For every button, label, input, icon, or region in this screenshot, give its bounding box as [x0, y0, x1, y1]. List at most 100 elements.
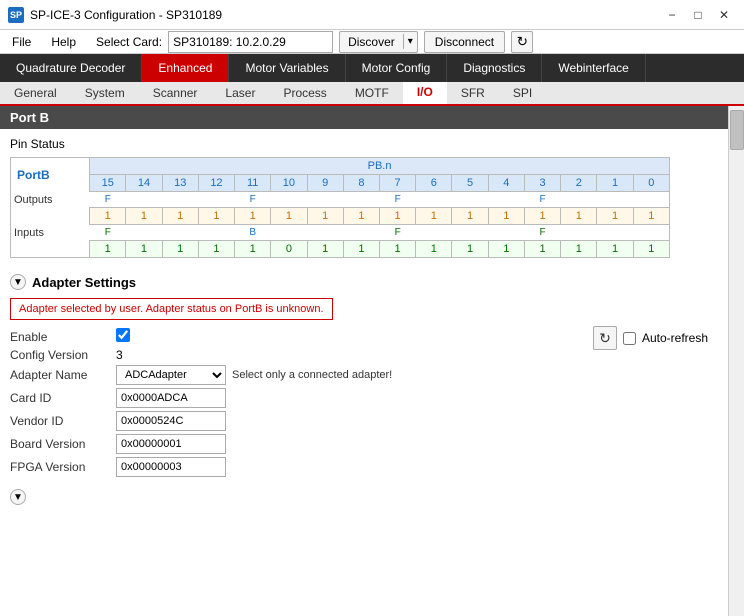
out-flag-0	[633, 192, 669, 208]
adapter-name-row: ADCAdapter Select only a connected adapt…	[116, 365, 718, 385]
adapter-settings-header[interactable]: ▼ Adapter Settings	[10, 274, 718, 290]
pin-5: 5	[452, 175, 488, 192]
window-title: SP-ICE-3 Configuration - SP310189	[30, 8, 222, 22]
out-val-11[interactable]: 1	[235, 208, 271, 225]
inputs-spacer	[11, 241, 90, 258]
in-flag-1	[597, 225, 633, 241]
pin-10: 10	[271, 175, 307, 192]
bottom-collapse-indicator[interactable]: ▼	[0, 485, 728, 509]
tab-spi[interactable]: SPI	[499, 82, 546, 104]
tab-scanner[interactable]: Scanner	[139, 82, 212, 104]
card-id-input[interactable]	[116, 388, 226, 408]
file-menu[interactable]: File	[4, 33, 39, 51]
discover-button[interactable]: Discover ▾	[339, 31, 418, 53]
out-val-0[interactable]: 1	[633, 208, 669, 225]
in-flag-6	[416, 225, 452, 241]
minimize-button[interactable]: −	[660, 5, 684, 25]
collapse-icon[interactable]: ▼	[10, 274, 26, 290]
out-val-7[interactable]: 1	[380, 208, 416, 225]
tab-general[interactable]: General	[0, 82, 71, 104]
out-flag-3: F	[524, 192, 560, 208]
scrollbar[interactable]	[728, 106, 744, 616]
toolbar: Select Card: Discover ▾ Disconnect ↻	[96, 31, 533, 53]
bottom-collapse-icon[interactable]: ▼	[10, 489, 26, 505]
auto-refresh-checkbox[interactable]	[623, 332, 636, 345]
in-flag-12	[198, 225, 234, 241]
tab-motf[interactable]: MOTF	[341, 82, 403, 104]
vendor-id-input[interactable]	[116, 411, 226, 431]
out-flag-12	[198, 192, 234, 208]
output-flags-row: Outputs F F F F	[11, 192, 670, 208]
tab-io[interactable]: I/O	[403, 82, 447, 104]
out-val-14[interactable]: 1	[126, 208, 162, 225]
inputs-label: Inputs	[11, 225, 90, 241]
board-version-input[interactable]	[116, 434, 226, 454]
tab-process[interactable]: Process	[269, 82, 340, 104]
app-icon: SP	[8, 7, 24, 23]
tab-motor-variables[interactable]: Motor Variables	[229, 54, 345, 82]
tab-system[interactable]: System	[71, 82, 139, 104]
out-flag-9	[307, 192, 343, 208]
out-val-5[interactable]: 1	[452, 208, 488, 225]
adapter-settings-title: Adapter Settings	[32, 275, 136, 290]
out-val-3[interactable]: 1	[524, 208, 560, 225]
in-flag-14	[126, 225, 162, 241]
outputs-spacer	[11, 208, 90, 225]
out-val-10[interactable]: 1	[271, 208, 307, 225]
refresh-button[interactable]: ↻	[511, 31, 533, 53]
scrollbar-thumb[interactable]	[730, 110, 744, 150]
enable-checkbox[interactable]	[116, 328, 130, 342]
in-val-0: 1	[633, 241, 669, 258]
in-val-9: 1	[307, 241, 343, 258]
auto-refresh-button[interactable]: ↻	[593, 326, 617, 350]
in-val-2: 1	[561, 241, 597, 258]
pin-8: 8	[343, 175, 379, 192]
fpga-version-input[interactable]	[116, 457, 226, 477]
adapter-note: Select only a connected adapter!	[232, 369, 392, 381]
out-val-13[interactable]: 1	[162, 208, 198, 225]
adapter-name-select[interactable]: ADCAdapter	[116, 365, 226, 385]
tab-quadrature-decoder[interactable]: Quadrature Decoder	[0, 54, 142, 82]
pin-9: 9	[307, 175, 343, 192]
tab-laser[interactable]: Laser	[211, 82, 269, 104]
out-val-1[interactable]: 1	[597, 208, 633, 225]
in-val-8: 1	[343, 241, 379, 258]
tab-diagnostics[interactable]: Diagnostics	[447, 54, 542, 82]
auto-refresh-area: ↻ Auto-refresh	[593, 326, 708, 350]
in-flag-13	[162, 225, 198, 241]
out-val-12[interactable]: 1	[198, 208, 234, 225]
discover-arrow[interactable]: ▾	[403, 34, 417, 49]
pin-12: 12	[198, 175, 234, 192]
maximize-button[interactable]: □	[686, 5, 710, 25]
out-val-6[interactable]: 1	[416, 208, 452, 225]
pin-status-section: Pin Status PortB PB.n 15 14 13 12 11 10 …	[0, 129, 728, 266]
discover-label: Discover	[340, 33, 403, 51]
outputs-label: Outputs	[11, 192, 90, 208]
close-button[interactable]: ✕	[712, 5, 736, 25]
pin-status-table: PortB PB.n 15 14 13 12 11 10 9 8 7 6 5 4	[10, 157, 670, 258]
enable-label: Enable	[10, 330, 110, 344]
title-bar: SP SP-ICE-3 Configuration - SP310189 − □…	[0, 0, 744, 30]
card-select-input[interactable]	[168, 31, 333, 53]
input-values-row: 1 1 1 1 1 0 1 1 1 1 1 1 1 1 1 1	[11, 241, 670, 258]
out-flag-7: F	[380, 192, 416, 208]
tab-sfr[interactable]: SFR	[447, 82, 499, 104]
tab-motor-config[interactable]: Motor Config	[346, 54, 448, 82]
in-flag-7: F	[380, 225, 416, 241]
disconnect-button[interactable]: Disconnect	[424, 31, 505, 53]
out-val-15[interactable]: 1	[90, 208, 126, 225]
out-val-8[interactable]: 1	[343, 208, 379, 225]
window-controls: − □ ✕	[660, 5, 736, 25]
out-val-4[interactable]: 1	[488, 208, 524, 225]
pin-2: 2	[561, 175, 597, 192]
select-card-label: Select Card:	[96, 35, 162, 49]
in-val-14: 1	[126, 241, 162, 258]
out-val-9[interactable]: 1	[307, 208, 343, 225]
tab-enhanced[interactable]: Enhanced	[142, 54, 229, 82]
in-flag-11: B	[235, 225, 271, 241]
out-val-2[interactable]: 1	[561, 208, 597, 225]
config-version-value: 3	[116, 348, 718, 362]
help-menu[interactable]: Help	[43, 33, 84, 51]
tab-webinterface[interactable]: Webinterface	[542, 54, 645, 82]
card-id-label: Card ID	[10, 391, 110, 405]
